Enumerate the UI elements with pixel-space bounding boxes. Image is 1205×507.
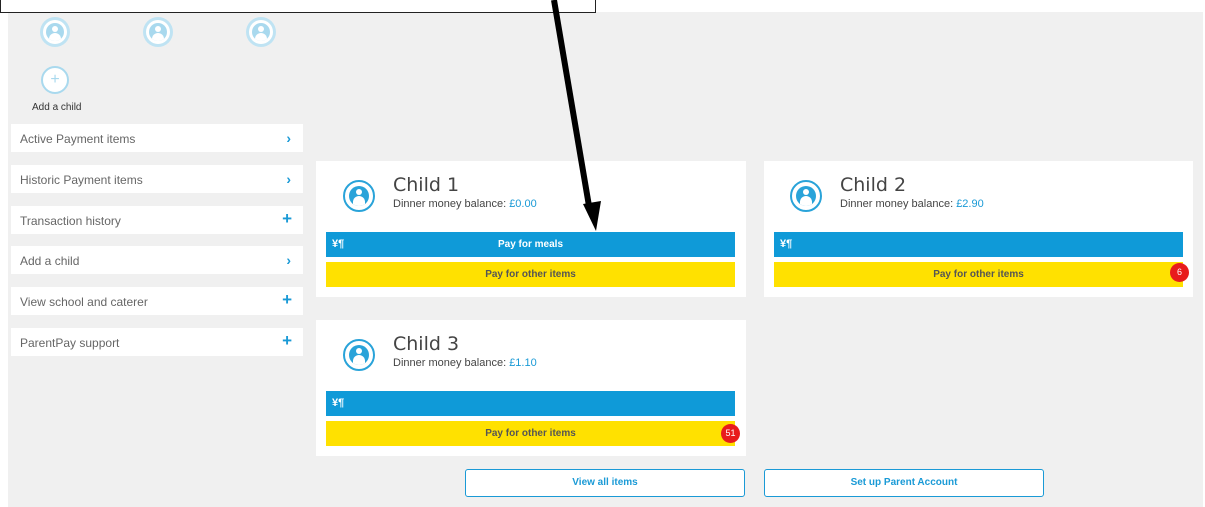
annotation-arrow [551, 0, 601, 231]
annotation-arrow-head [583, 201, 601, 231]
annotation-arrow-shaft [551, 0, 592, 207]
